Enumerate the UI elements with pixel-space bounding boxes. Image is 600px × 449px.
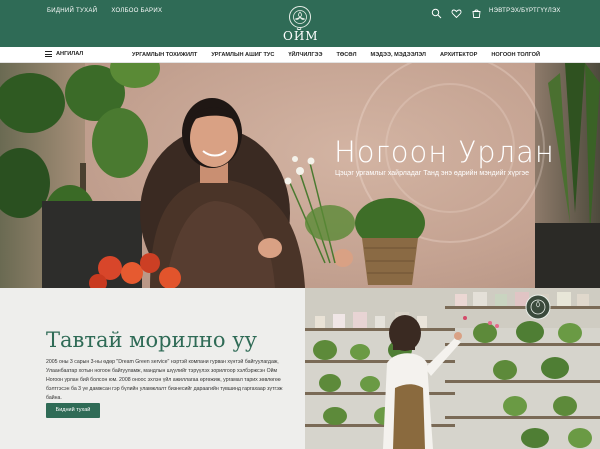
categories-label: АНГИЛАЛ xyxy=(56,51,84,57)
shop-logo-badge xyxy=(525,294,551,320)
welcome-body: 2005 оны 3 сарын 3-ны өдөр "Dream Green … xyxy=(46,359,283,401)
nav-item-green-head[interactable]: НОГООН ТОЛГОЙ xyxy=(491,52,540,58)
hero-banner: Ногоон Урлан Цэцэг ургамлыг хайрладаг Та… xyxy=(0,63,600,288)
brand-name: ОЙМ xyxy=(283,29,319,43)
nav-item-plant-fittings[interactable]: УРГАМЛЫН ТОХИЖИЛТ xyxy=(132,52,197,58)
nav-items: УРГАМЛЫН ТОХИЖИЛТ УРГАМЛЫН АШИГ ТУС ҮЙЛЧ… xyxy=(132,52,540,58)
nav-item-plant-benefits[interactable]: УРГАМЛЫН АШИГ ТУС xyxy=(211,52,274,58)
main-nav: АНГИЛАЛ УРГАМЛЫН ТОХИЖИЛТ УРГАМЛЫН АШИГ … xyxy=(0,47,600,63)
welcome-section: Тавтай морилно уу 2005 оны 3 сарын 3-ны … xyxy=(0,288,305,449)
nav-item-services[interactable]: ҮЙЛЧИЛГЭЭ xyxy=(288,52,322,58)
right-plant-illustration xyxy=(535,63,600,288)
nav-item-architect[interactable]: АРХИТЕКТОР xyxy=(440,52,477,58)
brand-logo[interactable]: ОЙМ xyxy=(283,6,319,43)
categories-menu[interactable]: АНГИЛАЛ xyxy=(45,51,83,57)
hamburger-icon xyxy=(45,51,52,57)
welcome-title: Тавтай морилно уу xyxy=(46,328,257,352)
woman-illustration xyxy=(140,98,353,288)
fern-icon xyxy=(289,6,311,28)
shop-photo xyxy=(305,288,600,449)
contact-link[interactable]: ХОЛБОО БАРИХ xyxy=(111,8,162,14)
login-register-link[interactable]: НЭВТРЭХ/БҮРТГҮҮЛЭХ xyxy=(489,8,561,14)
about-link[interactable]: БИДНИЙ ТУХАЙ xyxy=(47,8,97,14)
about-us-button[interactable]: Бидний тухай xyxy=(46,403,100,418)
nav-item-news[interactable]: МЭДЭЭ, МЭДЭЭЛЭЛ xyxy=(371,52,426,58)
top-bar: БИДНИЙ ТУХАЙ ХОЛБОО БАРИХ ОЙМ НЭВТРЭХ/БҮ… xyxy=(0,0,600,47)
shop-illustration xyxy=(305,288,600,449)
cart-icon[interactable] xyxy=(471,6,482,18)
search-icon[interactable] xyxy=(431,6,442,19)
basket-plant-illustration xyxy=(355,198,425,285)
heart-icon[interactable] xyxy=(451,6,462,19)
top-icons xyxy=(431,6,482,19)
hero-subtitle: Цэцэг ургамлыг хайрладаг Танд энэ өдрийн… xyxy=(335,170,530,177)
nav-item-projects[interactable]: ТӨСӨЛ xyxy=(336,52,356,58)
hero-title: Ногоон Урлан xyxy=(334,135,555,169)
top-links: БИДНИЙ ТУХАЙ ХОЛБОО БАРИХ xyxy=(47,8,162,14)
left-plant-illustration xyxy=(0,63,160,288)
